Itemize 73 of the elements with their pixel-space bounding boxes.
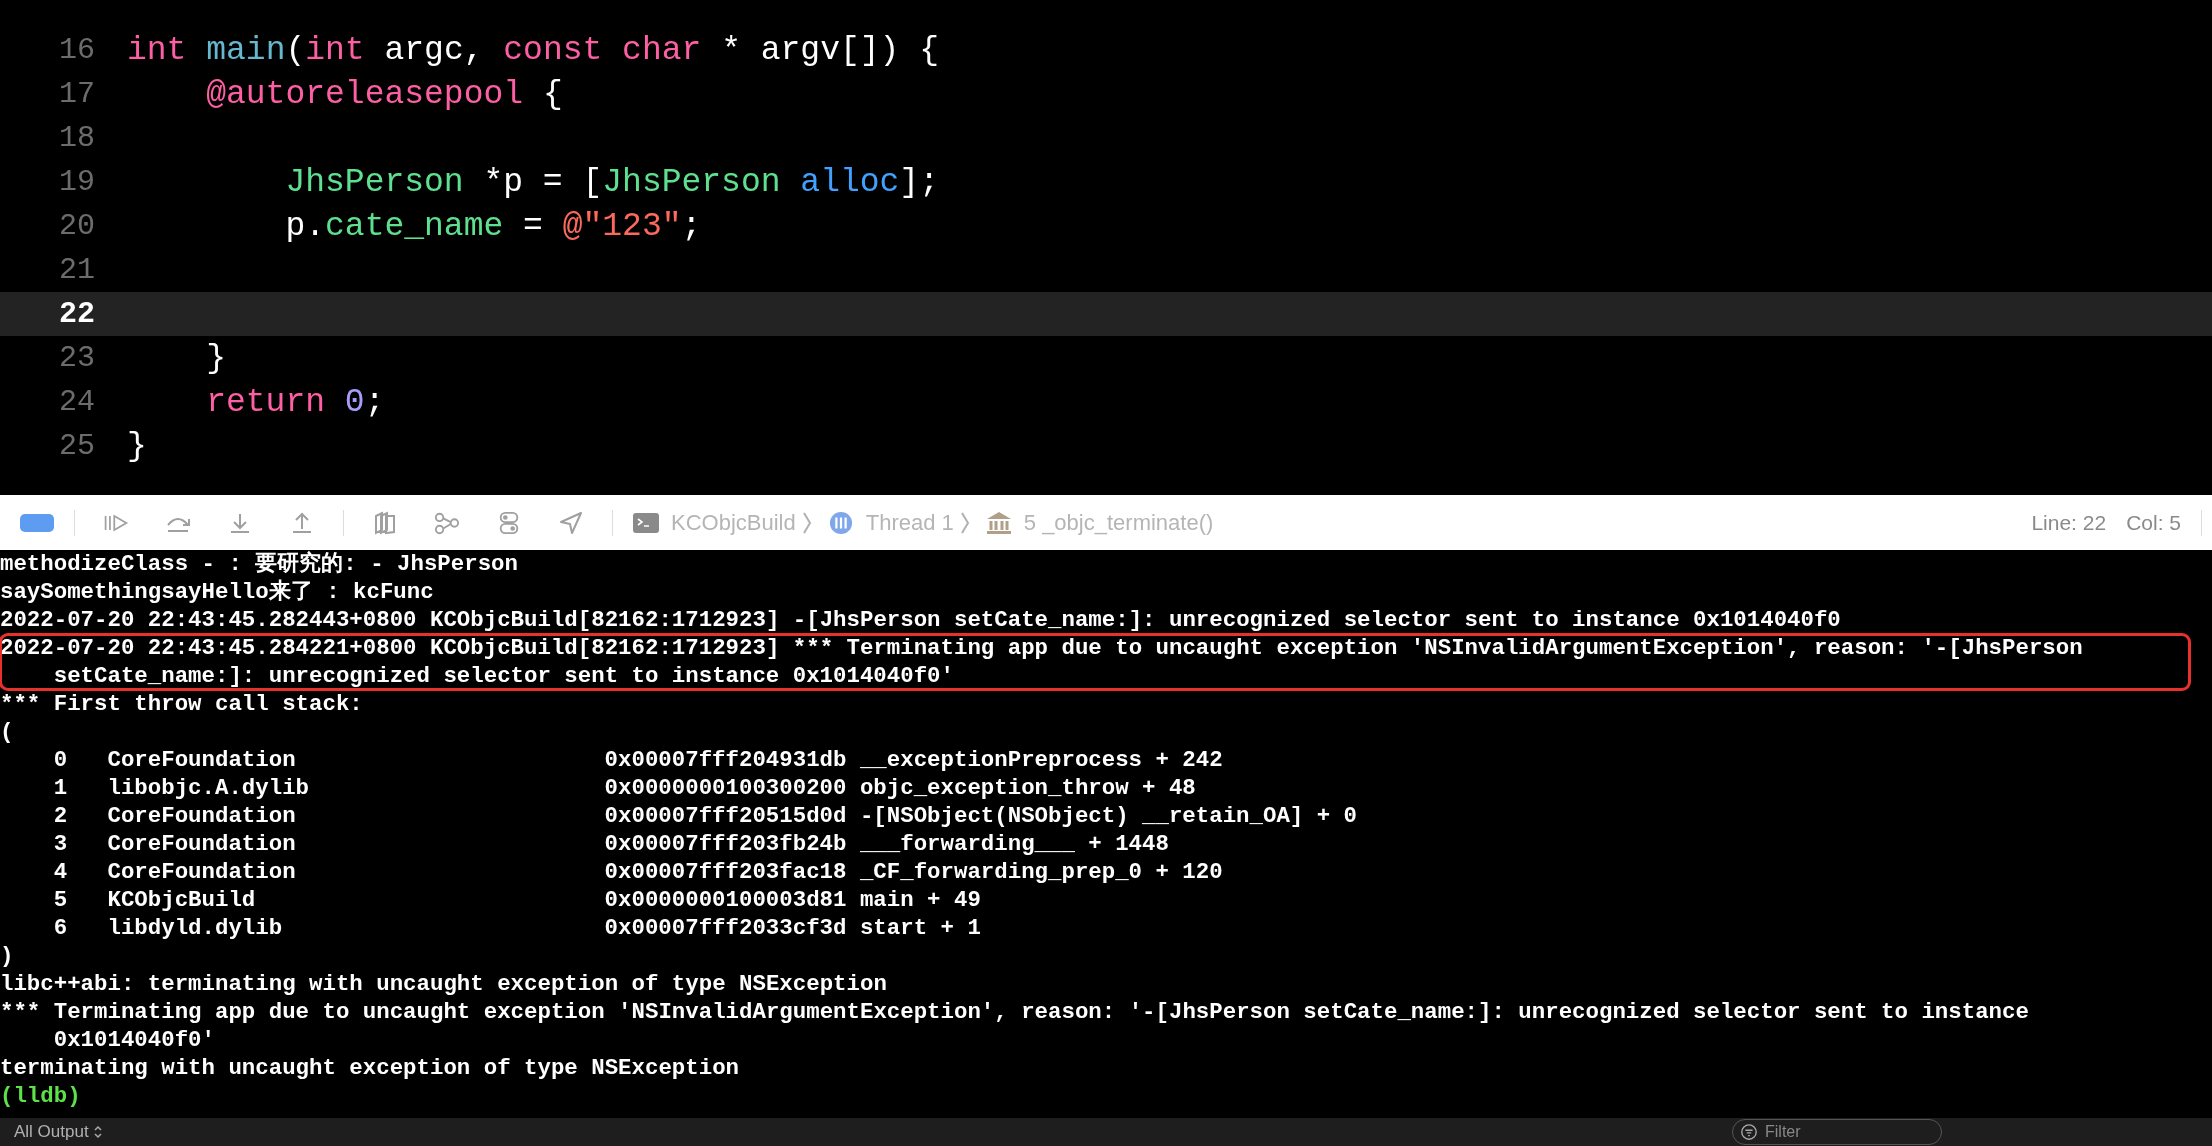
- frame-address: 0x00007fff203fb24b: [604, 830, 848, 858]
- line-number: 19: [58, 165, 95, 199]
- frame-index: 1: [53, 774, 69, 802]
- frame-index: 2: [53, 802, 69, 830]
- line-number: 25: [58, 429, 95, 463]
- frame-address: 0x00007fff2033cf3d: [604, 914, 848, 942]
- building-icon: [985, 510, 1012, 535]
- frame-address: 0x0000000100300200: [604, 774, 848, 802]
- log-line: saySomethingsayHello来了 : kcFunc: [0, 578, 435, 606]
- column-indicator: Col: 5: [2126, 510, 2181, 535]
- frame-symbol: -[NSObject(NSObject) __retain_OA] + 0: [859, 802, 1359, 830]
- chevron-icon: [801, 510, 812, 535]
- breakpoints-toggle[interactable]: [20, 513, 54, 532]
- up-down-chevron-icon: [92, 1124, 103, 1140]
- line-indicator: Line: 22: [2031, 510, 2107, 535]
- log-line: methodizeClass - : 要研究的: - JhsPerson: [0, 550, 519, 578]
- log-line: *** First throw call stack:: [0, 690, 364, 718]
- line-number: 23: [58, 341, 95, 375]
- frame-index: 4: [53, 858, 69, 886]
- code-line: @autoreleasepool {: [205, 75, 563, 113]
- line-number: 20: [58, 209, 95, 243]
- breadcrumb-item[interactable]: 5 _objc_terminate(): [1023, 509, 1214, 536]
- location-icon[interactable]: [558, 510, 584, 535]
- frame-library: CoreFoundation: [107, 802, 297, 830]
- frame-library: CoreFoundation: [107, 830, 297, 858]
- frame-library: KCObjcBuild: [107, 886, 257, 914]
- frame-address: 0x0000000100003d81: [604, 886, 848, 914]
- frame-library: CoreFoundation: [107, 746, 297, 774]
- graph-icon[interactable]: [434, 510, 460, 535]
- frame-symbol: _CF_forwarding_prep_0 + 120: [859, 858, 1224, 886]
- terminal-icon: [633, 510, 659, 535]
- frame-symbol: ___forwarding___ + 1448: [859, 830, 1170, 858]
- layers-icon[interactable]: [372, 510, 398, 535]
- line-number: 17: [58, 77, 95, 111]
- filter-field[interactable]: Filter: [1732, 1119, 1942, 1145]
- breadcrumb-item[interactable]: Thread 1: [865, 509, 954, 536]
- log-line: (: [0, 718, 15, 746]
- line-number: 16: [58, 33, 95, 67]
- frame-library: CoreFoundation: [107, 858, 297, 886]
- line-number: 24: [58, 385, 95, 419]
- filter-icon: [1740, 1123, 1758, 1141]
- frame-index: 0: [53, 746, 69, 774]
- line-number: 22: [58, 297, 95, 331]
- frame-library: libdyld.dylib: [107, 914, 284, 942]
- highlighted-log-line: 2022-07-20 22:43:45.284221+0800 KCObjcBuild[82162:1712923] *** Terminating app due to uncaught exception 'NSInvalidArgumentException', reason: '-[JhsPerson setCate_name:]: unrecognized selector sent to instance 0x1014040f0': [0, 634, 2191, 690]
- frame-symbol: main + 49: [859, 886, 982, 914]
- frame-index: 5: [53, 886, 69, 914]
- chevron-icon: [959, 510, 970, 535]
- log-line: libc++abi: terminating with uncaught exception of type NSException: [0, 970, 888, 998]
- log-line: 2022-07-20 22:43:45.282443+0800 KCObjcBuild[82162:1712923] -[JhsPerson setCate_name:]: unrecognized selector sent to instance 0x1014040f0: [0, 606, 1842, 634]
- code-line: p.cate_name = @"123";: [284, 207, 702, 245]
- frame-symbol: __exceptionPreprocess + 242: [859, 746, 1224, 774]
- code-line: }: [127, 427, 147, 465]
- breadcrumb-item[interactable]: KCObjcBuild: [671, 509, 796, 536]
- thread-icon: [827, 510, 854, 535]
- code-line: return 0;: [205, 383, 385, 421]
- code-line: }: [205, 339, 227, 377]
- frame-address: 0x00007fff203fac18: [604, 858, 848, 886]
- frame-index: 6: [53, 914, 69, 942]
- line-number: 21: [58, 253, 95, 287]
- frame-index: 3: [53, 830, 69, 858]
- output-menu[interactable]: All Output: [0, 1122, 103, 1142]
- line-number: 18: [58, 121, 95, 155]
- frame-address: 0x00007fff20515d0d: [604, 802, 848, 830]
- log-line: terminating with uncaught exception of type NSException: [0, 1054, 740, 1082]
- code-line: JhsPerson *p = [JhsPerson alloc];: [284, 163, 939, 201]
- log-line: ): [0, 942, 15, 970]
- code-line: int main(int argc, const char * argv[]) {: [127, 31, 939, 69]
- frame-library: libobjc.A.dylib: [107, 774, 311, 802]
- frame-symbol: objc_exception_throw + 48: [859, 774, 1197, 802]
- frame-symbol: start + 1: [859, 914, 982, 942]
- frame-address: 0x00007fff204931db: [604, 746, 848, 774]
- lldb-prompt[interactable]: (lldb): [0, 1082, 2204, 1110]
